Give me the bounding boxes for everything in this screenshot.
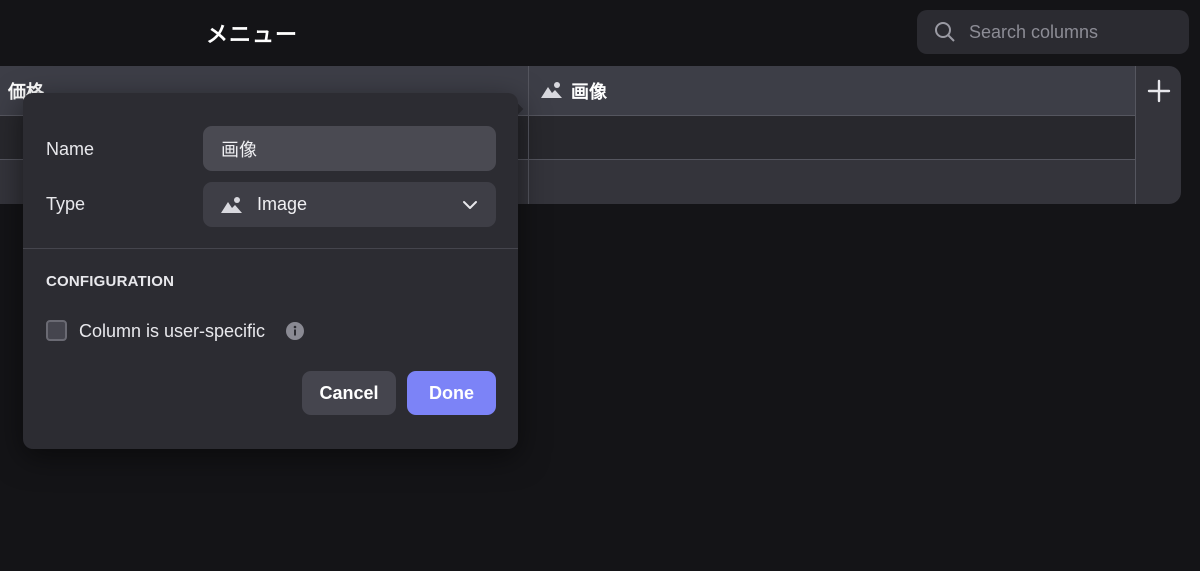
- search-box[interactable]: [917, 10, 1189, 54]
- column-edit-popover: Name Type Image CONFIGURATION Column is …: [23, 93, 518, 449]
- column-header-label: 画像: [571, 82, 607, 103]
- page-title: メニュー: [206, 23, 299, 48]
- column-header-image[interactable]: 画像: [529, 66, 1135, 116]
- image-icon: [221, 196, 242, 213]
- divider: [23, 248, 518, 249]
- done-button[interactable]: Done: [407, 371, 496, 415]
- chevron-down-icon: [463, 201, 477, 209]
- add-column-button[interactable]: [1136, 66, 1181, 116]
- user-specific-checkbox[interactable]: [46, 320, 67, 341]
- search-icon: [935, 22, 955, 42]
- column-divider[interactable]: [528, 66, 529, 204]
- info-icon[interactable]: [286, 322, 304, 340]
- type-label: Type: [46, 194, 86, 214]
- plus-icon: [1147, 79, 1170, 103]
- column-type-select[interactable]: Image: [203, 182, 496, 227]
- image-icon: [541, 82, 562, 98]
- user-specific-label[interactable]: Column is user-specific: [79, 321, 265, 342]
- search-input[interactable]: [967, 20, 1181, 44]
- section-title: CONFIGURATION: [46, 273, 175, 290]
- name-label: Name: [46, 139, 95, 159]
- cancel-button[interactable]: Cancel: [302, 371, 396, 415]
- column-name-input[interactable]: [203, 126, 496, 171]
- column-type-value: Image: [257, 194, 308, 214]
